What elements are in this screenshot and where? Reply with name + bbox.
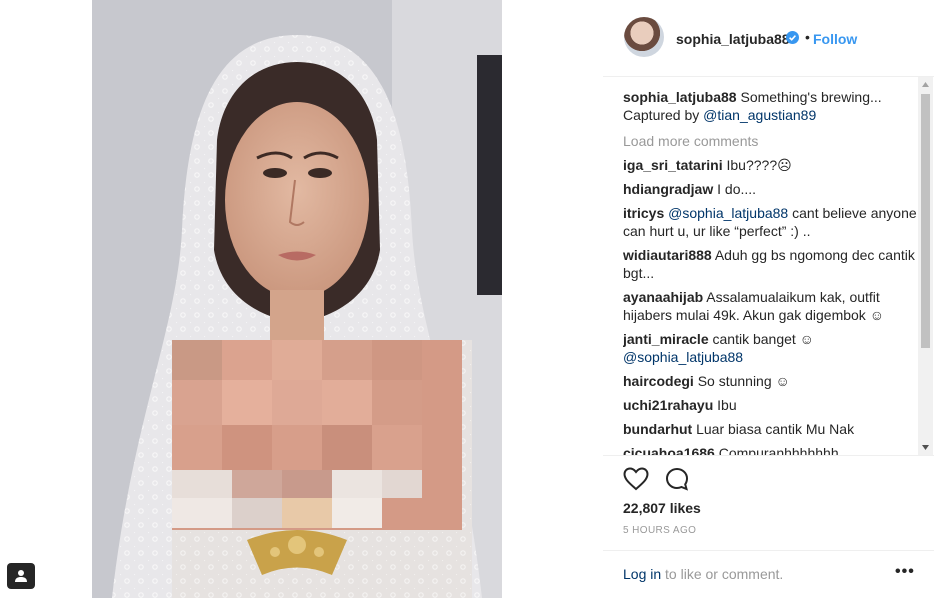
- comment-mention[interactable]: @sophia_latjuba88: [623, 349, 743, 365]
- comment-username[interactable]: haircodegi: [623, 373, 694, 389]
- comment-username[interactable]: uchi21rahayu: [623, 397, 713, 413]
- comment-item: iga_sri_tatarini Ibu????☹: [623, 156, 921, 174]
- comment-username[interactable]: janti_miracle: [623, 331, 709, 347]
- comment-text: Ibu: [717, 397, 737, 413]
- comment-username[interactable]: bundarhut: [623, 421, 692, 437]
- comment-item: cicuahoa1686 Compuranhhhhhhh: [623, 444, 921, 455]
- pixelated-area: [172, 340, 462, 530]
- scroll-up-arrow-icon[interactable]: [918, 77, 933, 92]
- user-tag-icon: [15, 570, 27, 582]
- comment-item: janti_miracle cantik banget ☺ @sophia_la…: [623, 330, 921, 366]
- comment-text: cantik banget ☺: [712, 331, 814, 347]
- comment-item: bundarhut Luar biasa cantik Mu Nak: [623, 420, 921, 438]
- comment-username[interactable]: iga_sri_tatarini: [623, 157, 723, 173]
- load-more-comments-button[interactable]: Load more comments: [623, 132, 921, 150]
- comment-text: So stunning ☺: [697, 373, 790, 389]
- caption-mention[interactable]: @tian_agustian89: [703, 107, 816, 123]
- user-tag-button[interactable]: [7, 563, 35, 589]
- bride-photo-illustration: [92, 0, 502, 598]
- caption-username[interactable]: sophia_latjuba88: [623, 89, 737, 105]
- comment-item: itricys @sophia_latjuba88 cant believe a…: [623, 204, 921, 240]
- comment-username[interactable]: itricys: [623, 205, 664, 221]
- separator-dot: •: [805, 29, 810, 45]
- more-options-button[interactable]: •••: [895, 563, 915, 581]
- login-link[interactable]: Log in: [623, 566, 661, 582]
- comment-text: Compuranhhhhhhh: [718, 445, 839, 455]
- comment-item: ayanaahijab Assalamualaikum kak, outfit …: [623, 288, 921, 324]
- comment-text: I do....: [717, 181, 757, 197]
- comment-text: Ibu????☹: [726, 157, 792, 173]
- comments-list[interactable]: sophia_latjuba88 Something's brewing... …: [623, 88, 921, 455]
- right-gutter: [502, 0, 603, 598]
- login-bar: Log in to like or comment. •••: [603, 550, 934, 598]
- comments-scrollbar[interactable]: [918, 77, 933, 455]
- comment-username[interactable]: hdiangradjaw: [623, 181, 713, 197]
- comment-item: haircodegi So stunning ☺: [623, 372, 921, 390]
- scrollbar-thumb[interactable]: [921, 94, 930, 348]
- comment-username[interactable]: ayanaahijab: [623, 289, 703, 305]
- comment-item: uchi21rahayu Ibu: [623, 396, 921, 414]
- comment-text: Luar biasa cantik Mu Nak: [696, 421, 855, 437]
- comment-item: widiautari888 Aduh gg bs ngomong dec can…: [623, 246, 921, 282]
- scroll-down-arrow-icon[interactable]: [918, 440, 933, 455]
- comment-item: hdiangradjaw I do....: [623, 180, 921, 198]
- left-gutter: [0, 0, 92, 598]
- comment-mention[interactable]: @sophia_latjuba88: [668, 205, 788, 221]
- likes-count[interactable]: 22,807 likes: [623, 500, 701, 516]
- heart-icon[interactable]: [623, 467, 649, 491]
- avatar[interactable]: [624, 17, 664, 57]
- verified-badge-icon: [786, 31, 799, 44]
- login-prompt: Log in to like or comment.: [623, 566, 783, 582]
- caption: sophia_latjuba88 Something's brewing... …: [623, 88, 921, 124]
- comment-username[interactable]: cicuahoa1686: [623, 445, 715, 455]
- username-link[interactable]: sophia_latjuba88: [676, 31, 790, 47]
- post-photo[interactable]: [92, 0, 502, 598]
- follow-button[interactable]: Follow: [813, 31, 857, 47]
- login-prompt-text: to like or comment.: [661, 566, 784, 582]
- comment-bubble-icon[interactable]: [665, 467, 689, 491]
- post-timestamp[interactable]: 5 HOURS AGO: [623, 525, 696, 536]
- post-header: sophia_latjuba88 • Follow: [603, 0, 934, 77]
- action-bar: [603, 455, 934, 491]
- comment-username[interactable]: widiautari888: [623, 247, 712, 263]
